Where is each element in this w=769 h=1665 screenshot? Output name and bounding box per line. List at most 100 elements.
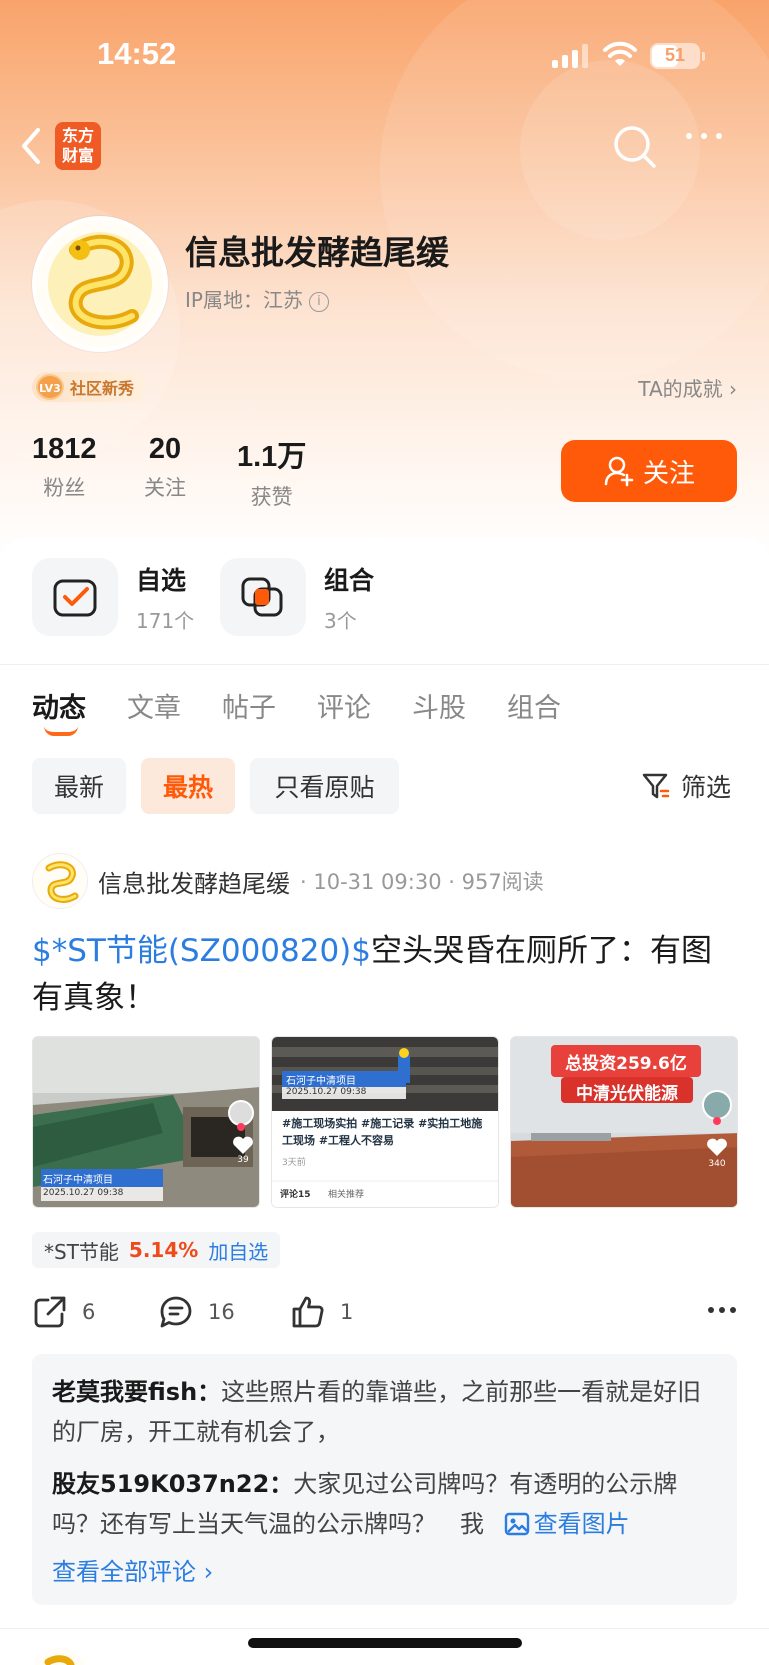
next-post-avatar[interactable] (32, 1648, 88, 1665)
filter-button[interactable]: 筛选 (641, 768, 731, 804)
comment-user[interactable]: 老莫我要fish： (52, 1378, 221, 1406)
stock-tag-name: *ST节能 (44, 1239, 119, 1264)
comment-icon (160, 1296, 192, 1328)
tab-bar: 动态 文章 帖子 评论 斗股 组合 (32, 686, 602, 736)
ip-location-text: IP属地：江苏 (185, 288, 303, 312)
stat-label: 关注 (144, 476, 186, 500)
brand-logo-line1: 东方 (61, 126, 94, 145)
watchlist-entry[interactable]: 自选 171个 (32, 558, 194, 636)
like-count: 1 (340, 1300, 354, 1324)
watchlist-title: 自选 (136, 565, 187, 595)
more-icon[interactable] (684, 130, 724, 142)
tab-stock-battle[interactable]: 斗股 (412, 686, 466, 725)
comment-item[interactable]: 股友519K037n22：大家见过公司牌吗？有透明的公示牌吗？还有写上当天气温的… (52, 1464, 717, 1544)
stat-fans[interactable]: 1812 粉丝 (32, 433, 97, 502)
post-avatar[interactable] (32, 853, 88, 909)
comment-button[interactable]: 16 (158, 1294, 235, 1330)
add-watchlist-link[interactable]: 加自选 (208, 1236, 268, 1265)
view-image-label: 查看图片 (533, 1510, 630, 1538)
signal-icon (552, 44, 588, 68)
share-count: 6 (82, 1300, 96, 1324)
divider (0, 1628, 769, 1629)
thumbs-up-icon (292, 1296, 324, 1328)
portfolio-icon (220, 558, 306, 636)
level-icon: LV3 (36, 374, 64, 400)
filter-hot[interactable]: 最热 (141, 758, 235, 814)
image-headline-2: 中清光伏能源 (576, 1084, 678, 1104)
image-banner: 石河子中清项目 (43, 1175, 113, 1186)
info-icon[interactable]: i (308, 291, 329, 312)
tab-indicator (44, 726, 78, 736)
post-author[interactable]: 信息批发酵趋尾缓 (98, 864, 290, 899)
back-icon[interactable] (18, 126, 44, 166)
comment-user[interactable]: 股友519K037n22： (52, 1470, 293, 1498)
post-image-3[interactable]: 总投资259.6亿 中清光伏能源 340 (510, 1036, 738, 1208)
view-all-comments-link[interactable]: 查看全部评论 › (52, 1552, 717, 1587)
view-image-link[interactable]: 查看图片 (492, 1510, 630, 1538)
search-icon[interactable] (612, 124, 658, 170)
portfolio-entry[interactable]: 组合 3个 (220, 558, 374, 636)
badge-label: 社区新秀 (70, 379, 135, 398)
add-user-icon (604, 456, 634, 487)
achievements-link[interactable]: TA的成就 › (638, 373, 737, 402)
heart-icon (707, 1138, 727, 1156)
stat-following[interactable]: 20 关注 (144, 433, 186, 502)
status-time: 14:52 (97, 36, 177, 71)
follow-label: 关注 (642, 458, 695, 489)
filter-original-only[interactable]: 只看原贴 (250, 758, 399, 814)
nav-bar: 东方 财富 (0, 118, 769, 178)
follow-button[interactable]: 关注 (561, 440, 737, 502)
image-banner: 石河子中清项目 (286, 1076, 356, 1087)
share-button[interactable]: 6 (32, 1294, 95, 1330)
tab-articles[interactable]: 文章 (127, 686, 181, 725)
level-badge[interactable]: LV3 社区新秀 (32, 372, 147, 402)
like-button[interactable]: 1 (290, 1294, 353, 1330)
image-like-count: 340 (708, 1159, 726, 1169)
avatar[interactable] (32, 216, 168, 352)
brand-logo[interactable]: 东方 财富 (55, 122, 101, 170)
stat-label: 获赞 (250, 485, 293, 509)
home-indicator (248, 1638, 522, 1648)
image-like-count: 39 (237, 1155, 249, 1165)
tab-dynamics[interactable]: 动态 (32, 686, 86, 736)
post-meta: · 10-31 09:30 · 957阅读 (300, 870, 544, 894)
divider (0, 664, 769, 665)
watchlist-count: 171个 (136, 608, 195, 633)
tab-comments[interactable]: 评论 (317, 686, 371, 725)
image-date: 2025.10.27 09:38 (43, 1188, 124, 1198)
share-icon (34, 1296, 66, 1328)
image-time: 3天前 (282, 1158, 306, 1168)
comment-preview[interactable]: 老莫我要fish：这些照片看的靠谱些，之前那些一看就是好旧的厂房，开工就有机会了… (32, 1354, 737, 1605)
post-image-1[interactable]: 石河子中清项目 2025.10.27 09:38 39 (32, 1036, 260, 1208)
post-image-2[interactable]: 石河子中清项目 2025.10.27 09:38 #施工现场实拍 #施工记录 #… (271, 1036, 499, 1208)
brand-logo-line2: 财富 (61, 146, 94, 165)
stat-value: 20 (148, 433, 182, 465)
stat-likes[interactable]: 1.1万 获赞 (237, 433, 306, 511)
stock-link[interactable]: $*ST节能(SZ000820)$ (32, 933, 371, 969)
tab-portfolio[interactable]: 组合 (507, 686, 561, 725)
stock-tag-change: 5.14% (128, 1238, 199, 1262)
stat-label: 粉丝 (43, 476, 86, 500)
stat-value: 1.1万 (237, 441, 307, 473)
battery-icon: 51 (650, 43, 700, 69)
watchlist-icon (32, 558, 118, 636)
post-actions: 6 16 1 (32, 1294, 737, 1334)
image-date: 2025.10.27 09:38 (286, 1087, 367, 1097)
comment-count: 16 (208, 1300, 235, 1324)
image-related: 相关推荐 (328, 1190, 365, 1200)
heart-icon (233, 1136, 253, 1154)
image-icon (504, 1512, 529, 1536)
stock-tag[interactable]: *ST节能 5.14% 加自选 (32, 1232, 281, 1268)
profile-name: 信息批发酵趋尾缓 (185, 233, 449, 272)
image-headline-1: 总投资259.6亿 (565, 1054, 687, 1074)
comment-item[interactable]: 老莫我要fish：这些照片看的靠谱些，之前那些一看就是好旧的厂房，开工就有机会了… (52, 1372, 717, 1452)
filter-latest[interactable]: 最新 (32, 758, 126, 814)
stat-value: 1812 (32, 433, 97, 465)
battery-level: 51 (664, 45, 686, 65)
filter-label: 筛选 (681, 773, 732, 802)
post-content[interactable]: $*ST节能(SZ000820)$空头哭昏在厕所了：有图有真象！ (32, 928, 732, 1022)
tab-posts[interactable]: 帖子 (222, 686, 276, 725)
more-icon[interactable] (707, 1306, 737, 1314)
portfolio-count: 3个 (324, 608, 357, 633)
status-bar: 14:52 51 (0, 0, 769, 110)
